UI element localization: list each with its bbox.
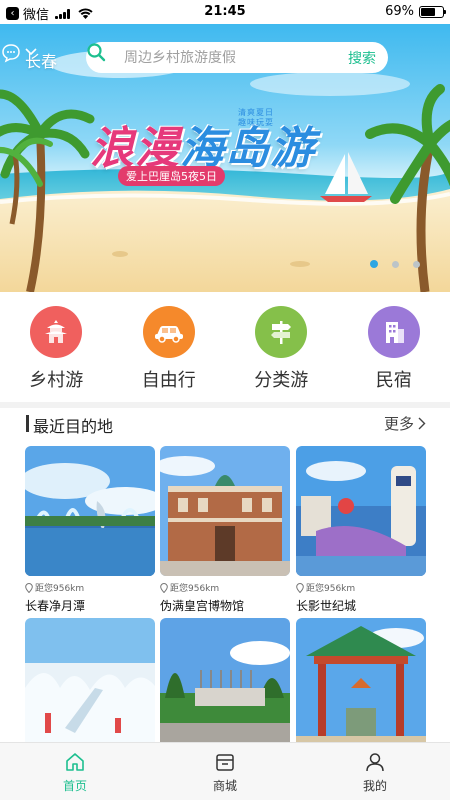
app-screen: ‹ 微信 21:45 69% 长春 周边乡村旅游度假 搜索 浪漫海岛游 清爽夏日…: [0, 0, 450, 800]
city-selector[interactable]: 长春: [25, 48, 57, 72]
location-pin-icon: [296, 582, 304, 593]
distance-text: 距您956km: [35, 584, 85, 594]
banner-subtitle: 爱上巴厘岛5夜5日: [118, 166, 225, 186]
destination-name: 伪满皇宫博物馆: [160, 599, 245, 613]
message-icon[interactable]: [0, 42, 22, 64]
status-bar: ‹ 微信 21:45 69%: [0, 0, 450, 24]
section-accent-bar: [26, 415, 29, 432]
destination-card[interactable]: 距您956km 长春净月潭: [25, 446, 155, 614]
carousel-indicator: [370, 260, 420, 268]
section-title: 最近目的地: [33, 417, 114, 436]
destination-image: [296, 446, 426, 576]
status-right: 69%: [385, 4, 446, 19]
distance-row: 距您956km: [296, 581, 426, 594]
tab-home[interactable]: 首页: [0, 743, 150, 800]
carousel-dot[interactable]: [370, 260, 378, 268]
clock: 21:45: [204, 4, 246, 19]
destination-name: 长影世纪城: [296, 599, 357, 613]
banner-side-text-2: 趣味玩耍: [238, 118, 274, 127]
destination-card[interactable]: 距您956km 长影世纪城: [296, 446, 426, 614]
destination-image: [25, 618, 155, 748]
distance-row: 距您956km: [160, 581, 290, 594]
section-divider: [0, 402, 450, 408]
destination-image: [296, 618, 426, 748]
bottom-tab-bar: 首页 商城 我的: [0, 742, 450, 800]
more-label: 更多: [383, 415, 414, 433]
more-link[interactable]: 更多: [384, 413, 426, 434]
chevron-down-icon: [25, 48, 37, 56]
car-icon: [142, 306, 195, 358]
carousel-dot[interactable]: [392, 260, 399, 268]
category-label: 自由行: [141, 370, 196, 391]
chevron-right-icon: [418, 417, 426, 430]
category-label: 民宿: [375, 370, 412, 391]
battery-level: [421, 7, 436, 16]
distance-text: 距您956km: [306, 584, 356, 594]
tab-label: 首页: [62, 779, 87, 793]
tab-label: 我的: [362, 779, 387, 793]
distance-row: 距您956km: [25, 581, 155, 594]
search-button[interactable]: 搜索: [348, 48, 376, 68]
location-pin-icon: [25, 582, 33, 593]
temple-icon: [30, 306, 83, 358]
destination-image: [160, 446, 290, 576]
promo-banner[interactable]: 长春 搜索 浪漫海岛游 清爽: [0, 24, 450, 292]
category-label: 乡村游: [29, 370, 84, 391]
carousel-dot[interactable]: [413, 260, 420, 268]
battery-icon: [419, 5, 446, 18]
category-classified-tour[interactable]: 分类游: [225, 298, 338, 398]
category-label: 分类游: [254, 370, 309, 391]
tab-shop[interactable]: 商城: [150, 743, 300, 800]
destination-card[interactable]: 距您956km 伪满皇宫博物馆: [160, 446, 290, 614]
home-icon: [66, 753, 84, 771]
banner-side-text-1: 清爽夏日: [238, 108, 274, 117]
tab-label: 商城: [212, 779, 237, 793]
category-homestay[interactable]: 民宿: [338, 298, 450, 398]
location-pin-icon: [160, 582, 168, 593]
signpost-icon: [255, 306, 308, 358]
destination-image: [160, 618, 290, 748]
category-rural-tour[interactable]: 乡村游: [0, 298, 113, 398]
search-icon: [87, 43, 124, 73]
destination-card[interactable]: [296, 618, 426, 756]
tab-profile[interactable]: 我的: [300, 743, 450, 800]
destination-image: [25, 446, 155, 576]
category-nav: 乡村游 自由行 分类游 民宿: [0, 298, 450, 398]
recent-destinations-header: 最近目的地 更多: [0, 410, 450, 438]
distance-text: 距您956km: [170, 584, 220, 594]
building-icon: [367, 306, 420, 358]
shop-icon: [216, 754, 234, 771]
search-input[interactable]: [124, 49, 334, 66]
category-free-travel[interactable]: 自由行: [113, 298, 226, 398]
user-icon: [366, 753, 384, 772]
destination-card[interactable]: [25, 618, 155, 756]
search-box[interactable]: 搜索: [86, 42, 388, 73]
banner-side-text: 清爽夏日 趣味玩耍: [238, 108, 274, 128]
search-row: 长春 搜索: [0, 42, 450, 74]
destination-name: 长春净月潭: [25, 599, 86, 613]
battery-percent: 69%: [385, 4, 414, 19]
destination-card[interactable]: [160, 618, 290, 756]
